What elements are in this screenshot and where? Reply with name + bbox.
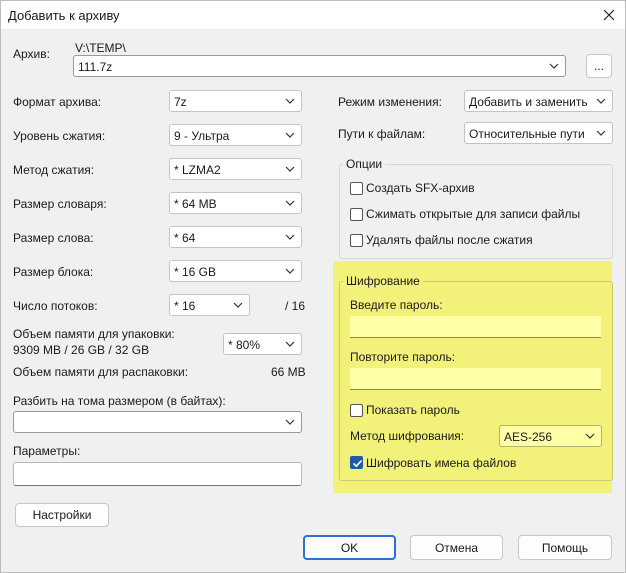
- title-bar: Добавить к архиву: [1, 1, 625, 29]
- threads-max: / 16: [285, 299, 306, 313]
- chevron-down-icon: [285, 234, 295, 240]
- word-label: Размер слова:: [13, 231, 94, 245]
- delete-after-label[interactable]: Удалять файлы после сжатия: [366, 233, 533, 247]
- params-input[interactable]: [13, 462, 302, 486]
- repeat-password-input[interactable]: [350, 368, 601, 390]
- help-button[interactable]: Помощь: [518, 535, 612, 560]
- path-mode-label: Пути к файлам:: [338, 127, 426, 141]
- method-select[interactable]: * LZMA2: [169, 158, 302, 180]
- chevron-down-icon: [285, 200, 295, 206]
- archive-filename: 111.7z: [78, 60, 113, 74]
- cancel-button[interactable]: Отмена: [410, 535, 503, 560]
- mem-pack-value: * 80%: [228, 338, 261, 352]
- mem-pack-label: Объем памяти для упаковки:: [13, 327, 175, 341]
- enc-method-label: Метод шифрования:: [350, 429, 465, 443]
- format-label: Формат архива:: [13, 95, 102, 109]
- sfx-label[interactable]: Создать SFX-архив: [366, 181, 475, 195]
- chevron-down-icon: [285, 268, 295, 274]
- level-label: Уровень сжатия:: [13, 129, 106, 143]
- repeat-password-label: Повторите пароль:: [350, 350, 456, 364]
- mem-pack-info: 9309 MB / 26 GB / 32 GB: [13, 343, 150, 357]
- show-password-label[interactable]: Показать пароль: [366, 403, 460, 417]
- archive-path: V:\TEMP\: [75, 41, 126, 55]
- block-select[interactable]: * 16 GB: [169, 260, 302, 282]
- mem-pack-select[interactable]: * 80%: [223, 333, 302, 355]
- dict-label: Размер словаря:: [13, 197, 107, 211]
- chevron-down-icon: [596, 130, 606, 136]
- chevron-down-icon: [285, 132, 295, 138]
- close-button[interactable]: [595, 3, 623, 27]
- level-select[interactable]: 9 - Ультра: [169, 124, 302, 146]
- block-label: Размер блока:: [13, 265, 94, 279]
- password-input[interactable]: [350, 316, 601, 338]
- dialog-window: Добавить к архиву Архив: V:\TEMP\ 111.7z…: [0, 0, 626, 573]
- password-label: Введите пароль:: [350, 298, 443, 312]
- checkmark-icon: [352, 460, 363, 468]
- compress-shared-checkbox[interactable]: [350, 208, 363, 221]
- browse-button[interactable]: ...: [586, 54, 612, 78]
- encrypt-names-checkbox[interactable]: [350, 456, 363, 469]
- window-title: Добавить к архиву: [8, 8, 120, 23]
- level-value: 9 - Ультра: [174, 129, 230, 143]
- word-select[interactable]: * 64: [169, 226, 302, 248]
- chevron-down-icon: [549, 63, 559, 69]
- word-value: * 64: [174, 231, 196, 245]
- show-password-checkbox[interactable]: [350, 404, 363, 417]
- chevron-down-icon: [285, 98, 295, 104]
- chevron-down-icon: [285, 419, 295, 425]
- chevron-down-icon: [285, 341, 295, 347]
- path-mode-value: Относительные пути: [469, 127, 585, 141]
- chevron-down-icon: [285, 166, 295, 172]
- format-value: 7z: [174, 95, 187, 109]
- ok-button[interactable]: OK: [303, 535, 396, 560]
- enc-method-select[interactable]: AES-256: [499, 425, 602, 447]
- update-mode-select[interactable]: Добавить и заменить: [464, 90, 613, 112]
- encrypt-names-label[interactable]: Шифровать имена файлов: [366, 456, 516, 470]
- archive-label: Архив:: [13, 47, 50, 61]
- block-value: * 16 GB: [174, 265, 217, 279]
- settings-button[interactable]: Настройки: [15, 503, 109, 527]
- mem-unpack-label: Объем памяти для распаковки:: [13, 365, 189, 379]
- chevron-down-icon: [233, 302, 243, 308]
- method-value: * LZMA2: [174, 163, 221, 177]
- update-mode-label: Режим изменения:: [338, 95, 442, 109]
- params-label: Параметры:: [13, 444, 81, 458]
- dict-select[interactable]: * 64 MB: [169, 192, 302, 214]
- encryption-title: Шифрование: [343, 274, 423, 288]
- options-title: Опции: [343, 157, 386, 171]
- path-mode-select[interactable]: Относительные пути: [464, 122, 613, 144]
- enc-method-value: AES-256: [504, 430, 553, 444]
- threads-select[interactable]: * 16: [169, 294, 250, 316]
- sfx-checkbox[interactable]: [350, 182, 363, 195]
- split-label: Разбить на тома размером (в байтах):: [13, 394, 226, 408]
- threads-label: Число потоков:: [13, 299, 98, 313]
- mem-unpack-value: 66 MB: [271, 365, 306, 379]
- compress-shared-label[interactable]: Сжимать открытые для записи файлы: [366, 207, 580, 221]
- chevron-down-icon: [596, 98, 606, 104]
- update-mode-value: Добавить и заменить: [469, 95, 588, 109]
- method-label: Метод сжатия:: [13, 163, 95, 177]
- chevron-down-icon: [585, 433, 595, 439]
- format-select[interactable]: 7z: [169, 90, 302, 112]
- dict-value: * 64 MB: [174, 197, 217, 211]
- threads-value: * 16: [174, 299, 196, 313]
- archive-filename-combo[interactable]: 111.7z: [73, 55, 566, 77]
- delete-after-checkbox[interactable]: [350, 234, 363, 247]
- close-icon: [603, 9, 615, 21]
- split-combo[interactable]: [13, 411, 302, 433]
